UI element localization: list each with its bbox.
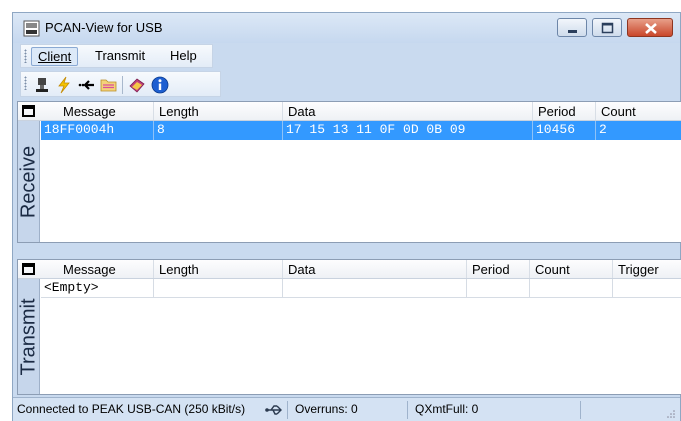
transmit-col-count[interactable]: Count [530,260,613,278]
usb-icon [265,405,282,415]
menu-transmit-label: Transmit [95,48,146,63]
transmit-col-data[interactable]: Data [283,260,467,278]
receive-cell-message: 18FF0004h [41,121,154,140]
receive-col-message[interactable]: Message [58,102,154,120]
toolbar-grip[interactable] [24,76,27,90]
menu-help[interactable]: Help [164,47,203,66]
main-window: PCAN-View for USB Client Transmit Help M… [12,12,681,421]
transmit-column-chooser-icon[interactable] [22,263,35,275]
receive-cell-length: 8 [154,121,283,140]
close-icon [645,23,657,34]
receive-side-label: Receive [18,145,39,218]
maximize-button[interactable] [592,18,622,37]
transmit-col-message[interactable]: Message [58,260,154,278]
receive-cell-count: 2 [599,122,607,137]
lightning-icon[interactable] [55,76,73,94]
receive-col-count[interactable]: Count [596,102,681,120]
toolbar [20,71,221,97]
transmit-header: Message Length Data Period Count Trigger [18,260,681,279]
status-separator [407,401,408,419]
status-overruns: Overruns: 0 [295,402,358,416]
receive-header: Message Length Data Period Count [18,102,681,121]
close-button[interactable] [627,18,673,37]
transmit-cell-trigger [613,279,681,298]
transmit-col-trigger[interactable]: Trigger [613,260,681,278]
menu-help-label: Help [170,48,197,63]
table-row[interactable]: <Empty> [41,279,681,298]
minimize-icon [568,30,577,33]
info-icon[interactable] [151,76,169,94]
table-row[interactable]: 18FF0004h 8 17 15 13 11 0F 0D 0B 09 1045… [41,121,681,140]
receive-cell-data: 17 15 13 11 0F 0D 0B 09 [283,121,533,140]
receive-cell-period: 10456 [533,121,596,140]
transmit-side-label: Transmit [18,297,39,376]
menu-bar: Client Transmit Help [20,44,213,68]
menu-client[interactable]: Client [31,47,79,66]
toolbar-separator [122,76,123,94]
receive-column-chooser-icon[interactable] [22,105,35,117]
transmit-cell-period [467,279,530,298]
transmit-cell-count [530,279,613,298]
transmit-col-length[interactable]: Length [154,260,283,278]
transmit-cell-length [154,279,283,298]
transmit-cell-data [283,279,467,298]
transmit-cell-message: <Empty> [41,279,154,298]
transmit-col-period[interactable]: Period [467,260,530,278]
receive-col-period[interactable]: Period [533,102,596,120]
connect-icon[interactable] [33,76,51,94]
transmit-panel: Message Length Data Period Count Trigger… [17,259,681,395]
receive-col-length[interactable]: Length [154,102,283,120]
status-qxmtfull: QXmtFull: 0 [415,402,479,416]
book-icon[interactable] [128,76,146,94]
window-title: PCAN-View for USB [45,20,163,35]
folder-icon[interactable] [100,76,118,94]
status-separator [287,401,288,419]
menu-transmit[interactable]: Transmit [89,47,151,66]
menu-client-label: Client [38,49,72,64]
arrow-icon[interactable] [77,76,95,94]
resize-grip-icon[interactable] [666,409,676,419]
status-separator [580,401,581,419]
receive-side-tab[interactable]: Receive [18,121,40,242]
title-bar[interactable]: PCAN-View for USB [13,13,680,43]
status-bar: Connected to PEAK USB-CAN (250 kBit/s) O… [13,397,680,421]
status-connection: Connected to PEAK USB-CAN (250 kBit/s) [17,402,246,416]
minimize-button[interactable] [557,18,587,37]
app-icon [23,20,40,37]
maximize-icon [601,22,614,34]
menu-grip[interactable] [24,49,27,63]
receive-col-data[interactable]: Data [283,102,533,120]
receive-panel: Message Length Data Period Count Receive… [17,101,681,243]
transmit-side-tab[interactable]: Transmit [18,279,40,394]
